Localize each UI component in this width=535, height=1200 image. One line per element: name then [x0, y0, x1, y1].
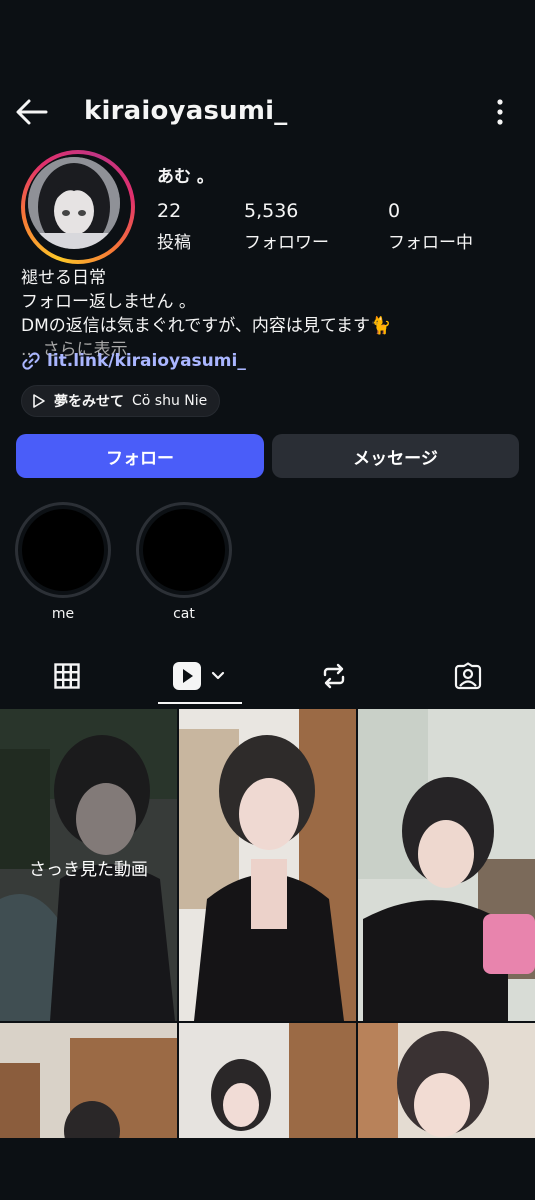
- grid-tile[interactable]: さっき見た動画: [0, 709, 177, 1021]
- profile-music-chip[interactable]: 夢をみせて Cö shu Nie: [21, 385, 221, 417]
- video-thumbnail: [0, 1023, 177, 1138]
- stat-following-label: フォロー中: [388, 233, 473, 253]
- grid-tile[interactable]: [358, 709, 535, 1021]
- stat-followers-label: フォロワー: [244, 233, 329, 253]
- grid-tile[interactable]: [179, 709, 356, 1021]
- follow-button[interactable]: フォロー: [16, 434, 264, 478]
- grid-tile[interactable]: [0, 1023, 177, 1138]
- grid-tile[interactable]: [179, 1023, 356, 1138]
- play-icon: [33, 394, 45, 408]
- highlight-ring: [15, 502, 111, 598]
- stat-followers[interactable]: 5,536 フォロワー: [244, 200, 329, 253]
- grid-icon: [54, 663, 80, 689]
- highlight-ring: [136, 502, 232, 598]
- message-button[interactable]: メッセージ: [272, 434, 519, 478]
- kebab-menu-icon[interactable]: [495, 98, 505, 126]
- bio: 褪せる日常 フォロー返しません 。 DMの返信は気まぐれですが、内容は見てます🐈…: [21, 266, 391, 362]
- arrow-left-icon[interactable]: [14, 94, 50, 130]
- highlight-label: me: [51, 606, 75, 622]
- avatar: [28, 157, 120, 249]
- display-name: あむ 。: [157, 167, 214, 187]
- tab-reposts[interactable]: [274, 650, 394, 702]
- top-bar: kiraioyasumi_: [0, 86, 535, 138]
- stat-posts[interactable]: 22 投稿: [157, 200, 191, 253]
- highlight-cover: [22, 509, 104, 591]
- stat-posts-label: 投稿: [157, 233, 191, 253]
- active-tab-indicator: [158, 702, 242, 704]
- stat-followers-count: 5,536: [244, 200, 299, 222]
- tab-reels[interactable]: [140, 650, 260, 702]
- profile-link-text: lit.link/kiraioyasumi_: [47, 351, 246, 371]
- tab-posts-grid[interactable]: [7, 650, 127, 702]
- stat-following-count: 0: [388, 200, 401, 222]
- highlight-me[interactable]: me: [15, 502, 111, 622]
- recently-viewed-label: さっき見た動画: [29, 860, 148, 880]
- avatar-illustration: [28, 157, 120, 249]
- video-thumbnail: [179, 1023, 356, 1138]
- tab-tagged[interactable]: [408, 650, 528, 702]
- highlight-cover: [143, 509, 225, 591]
- bio-line: フォロー返しません 。: [21, 292, 196, 312]
- profile-username: kiraioyasumi_: [84, 96, 288, 126]
- profile-link[interactable]: lit.link/kiraioyasumi_: [21, 351, 246, 371]
- grid-tile[interactable]: [358, 1023, 535, 1138]
- reels-icon: [173, 662, 225, 690]
- reposts-icon: [323, 663, 345, 689]
- tagged-icon: [454, 662, 482, 690]
- stat-posts-count: 22: [157, 200, 182, 222]
- video-thumbnail: [358, 709, 535, 1021]
- highlight-label: cat: [173, 606, 195, 622]
- avatar-story-ring[interactable]: [21, 150, 135, 264]
- highlight-cat[interactable]: cat: [136, 502, 232, 622]
- video-thumbnail: [179, 709, 356, 1021]
- bio-line: DMの返信は気まぐれですが、内容は見てます🐈: [21, 316, 392, 336]
- stat-following[interactable]: 0 フォロー中: [388, 200, 473, 253]
- bio-line: 褪せる日常: [21, 268, 106, 288]
- video-thumbnail: [358, 1023, 535, 1138]
- music-artist: Cö shu Nie: [132, 393, 208, 409]
- link-icon: [22, 352, 40, 370]
- music-song-title: 夢をみせて: [54, 394, 124, 410]
- profile-page: kiraioyasumi_ あむ 。 22 投稿 5,536 フォロワー 0 フ…: [0, 0, 535, 1200]
